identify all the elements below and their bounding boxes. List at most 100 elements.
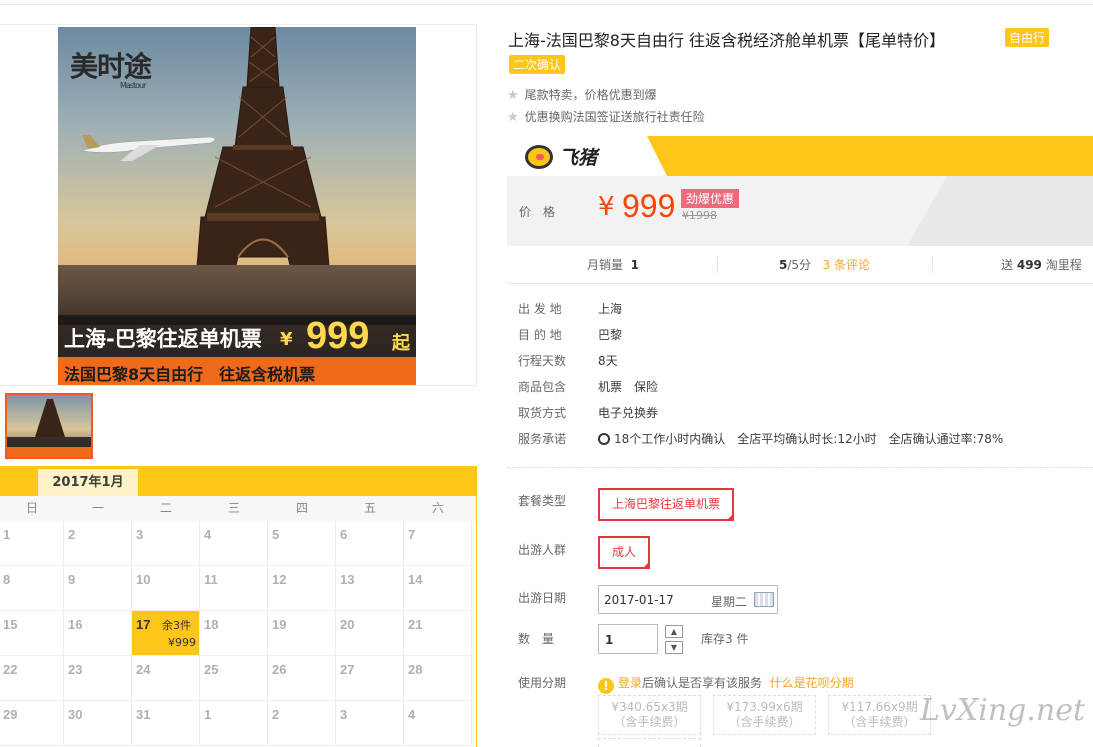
prop-service: 服务承诺 18个工作小时内确认 全店平均确认时长:12小时 全店确认通过率:78% — [518, 432, 1004, 446]
quantity-decrease-button[interactable]: ▼ — [665, 641, 683, 654]
original-price: ¥1998 — [682, 209, 717, 222]
rating: 5/5分 3 条评论 — [779, 258, 870, 272]
image-banner: 上海-巴黎往返单机票 ¥ 999 起 — [58, 315, 416, 357]
calendar-day[interactable]: 22 — [0, 656, 64, 701]
day-stock: 余3件 — [162, 619, 191, 632]
calendar-day[interactable]: 21 — [404, 611, 472, 656]
login-link[interactable]: 登录 — [618, 676, 642, 690]
calendar-day[interactable]: 15 — [0, 611, 64, 656]
quantity-label: 数 量 — [518, 632, 555, 646]
date-label: 出游日期 — [518, 591, 567, 605]
calendar-day[interactable]: 6 — [336, 521, 404, 566]
main-product-image[interactable]: 美时途 Mastour 上海-巴黎往返单机票 ¥ 999 起 法国巴黎8天自由行… — [58, 27, 416, 385]
calendar-day[interactable]: 4 — [404, 701, 472, 746]
calendar-day[interactable]: 25 — [200, 656, 268, 701]
calendar-day[interactable]: 24 — [132, 656, 200, 701]
quantity-input[interactable]: 1 — [598, 624, 658, 654]
price-label: 价格 — [519, 205, 568, 219]
star-icon: ★ — [507, 110, 519, 125]
calendar-day[interactable]: 26 — [268, 656, 336, 701]
calendar-day[interactable]: 30 — [64, 701, 132, 746]
calendar-day[interactable]: 8 — [0, 566, 64, 611]
section-divider — [507, 467, 1093, 468]
top-divider — [0, 4, 1093, 5]
image-sub-banner: 法国巴黎8天自由行 往返含税机票 — [58, 357, 416, 385]
calendar-day[interactable]: 4 — [200, 521, 268, 566]
calendar-week-row: 8 9 10 11 12 13 14 — [0, 566, 476, 611]
calendar-day[interactable]: 29 — [0, 701, 64, 746]
calendar-day[interactable]: 7 — [404, 521, 472, 566]
huabei-help-link[interactable]: 什么是花呗分期 — [770, 676, 854, 690]
installment-notice: ! 登录后确认是否享有该服务 什么是花呗分期 — [598, 674, 854, 694]
prop-includes: 商品包含 机票 保险 — [518, 380, 659, 394]
calendar-day[interactable]: 11 — [200, 566, 268, 611]
calendar-day[interactable]: 13 — [336, 566, 404, 611]
date-value: 2017-01-17 — [604, 593, 674, 607]
calendar-day-selected[interactable]: 17 余3件 ¥999 — [132, 611, 200, 656]
calendar-day[interactable]: 28 — [404, 656, 472, 701]
calendar-week-row: 15 16 17 余3件 ¥999 18 19 20 21 — [0, 611, 476, 656]
calendar-week-row: 29 30 31 1 2 3 4 — [0, 701, 476, 746]
calendar-week-row: 22 23 24 25 26 27 28 — [0, 656, 476, 701]
calendar-weekdays: 日一二三四五六 — [0, 496, 476, 521]
installment-plan-more[interactable] — [598, 738, 701, 747]
calendar-day[interactable]: 10 — [132, 566, 200, 611]
check-circle-icon — [598, 433, 610, 445]
calendar-day[interactable]: 12 — [268, 566, 336, 611]
airplane-illustration — [81, 135, 216, 161]
calendar-day[interactable]: 9 — [64, 566, 132, 611]
watermark: LvXing.net — [920, 693, 1086, 728]
monthly-sales: 月销量 1 — [587, 258, 640, 272]
mileage-reward: 送 499 淘里程 — [1001, 258, 1082, 272]
traveler-option-adult[interactable]: 成人 — [598, 536, 650, 569]
traveler-type-label: 出游人群 — [518, 543, 567, 557]
prop-destination: 目 的 地巴黎 — [518, 328, 623, 342]
fliggy-pig-icon — [525, 144, 553, 169]
calendar-week-row: 1 2 3 4 5 6 7 — [0, 521, 476, 566]
price-currency: ¥ — [598, 192, 615, 222]
tag-free-travel: 自由行 — [1005, 28, 1050, 47]
calendar-day[interactable]: 1 — [0, 521, 64, 566]
package-option[interactable]: 上海巴黎往返单机票 — [598, 488, 734, 521]
calendar-day[interactable]: 3 — [132, 521, 200, 566]
date-picker[interactable]: 2017-01-17 星期二 — [598, 585, 778, 614]
package-type-label: 套餐类型 — [518, 494, 567, 508]
price-value: 999 — [622, 188, 676, 224]
installment-plan-9[interactable]: ¥117.66x9期 （含手续费） — [828, 695, 931, 735]
calendar-icon[interactable] — [754, 592, 774, 607]
calendar-day[interactable]: 16 — [64, 611, 132, 656]
calendar-day[interactable]: 31 — [132, 701, 200, 746]
price-panel: 飞猪 价格 ¥ 999 劲爆优惠 ¥1998 — [507, 136, 1093, 246]
calendar-day[interactable]: 3 — [336, 701, 404, 746]
sales-stats: 月销量 1 5/5分 3 条评论 送 499 淘里程 — [507, 250, 1093, 284]
calendar-day[interactable]: 18 — [200, 611, 268, 656]
image-thumbnail[interactable] — [5, 393, 93, 459]
day-price: ¥999 — [168, 636, 196, 649]
stock-text: 库存3 件 — [701, 632, 749, 646]
installment-plan-3[interactable]: ¥340.65x3期 （含手续费） — [598, 695, 701, 735]
calendar-day[interactable]: 27 — [336, 656, 404, 701]
quantity-increase-button[interactable]: ▲ — [665, 625, 683, 638]
calendar-day[interactable]: 23 — [64, 656, 132, 701]
calendar-day[interactable]: 2 — [64, 521, 132, 566]
calendar-day[interactable]: 5 — [268, 521, 336, 566]
prop-departure: 出 发 地上海 — [518, 302, 623, 316]
warning-icon: ! — [598, 678, 614, 694]
calendar-day[interactable]: 2 — [268, 701, 336, 746]
tag-secondary-confirm: 二次确认 — [509, 55, 566, 74]
calendar-day[interactable]: 20 — [336, 611, 404, 656]
calendar-month-tab[interactable]: 2017年1月 — [38, 469, 138, 496]
date-weekday: 星期二 — [711, 595, 748, 609]
calendar-day[interactable]: 14 — [404, 566, 472, 611]
calendar-day[interactable]: 19 — [268, 611, 336, 656]
star-icon: ★ — [507, 88, 519, 103]
prop-days: 行程天数 8天 — [518, 354, 618, 368]
brand-logo: 美时途 Mastour — [70, 50, 152, 90]
feature-item: ★ 优惠换购法国签证送旅行社责任险 — [507, 110, 705, 125]
calendar-day[interactable]: 1 — [200, 701, 268, 746]
reviews-link[interactable]: 3 条评论 — [823, 258, 870, 272]
promo-badge: 劲爆优惠 — [681, 189, 740, 208]
fliggy-logo: 飞猪 — [525, 143, 597, 170]
departure-calendar: 2017年1月 日一二三四五六 1 2 3 4 5 6 7 8 9 10 11 … — [0, 466, 477, 747]
installment-plan-6[interactable]: ¥173.99x6期 （含手续费） — [713, 695, 816, 735]
